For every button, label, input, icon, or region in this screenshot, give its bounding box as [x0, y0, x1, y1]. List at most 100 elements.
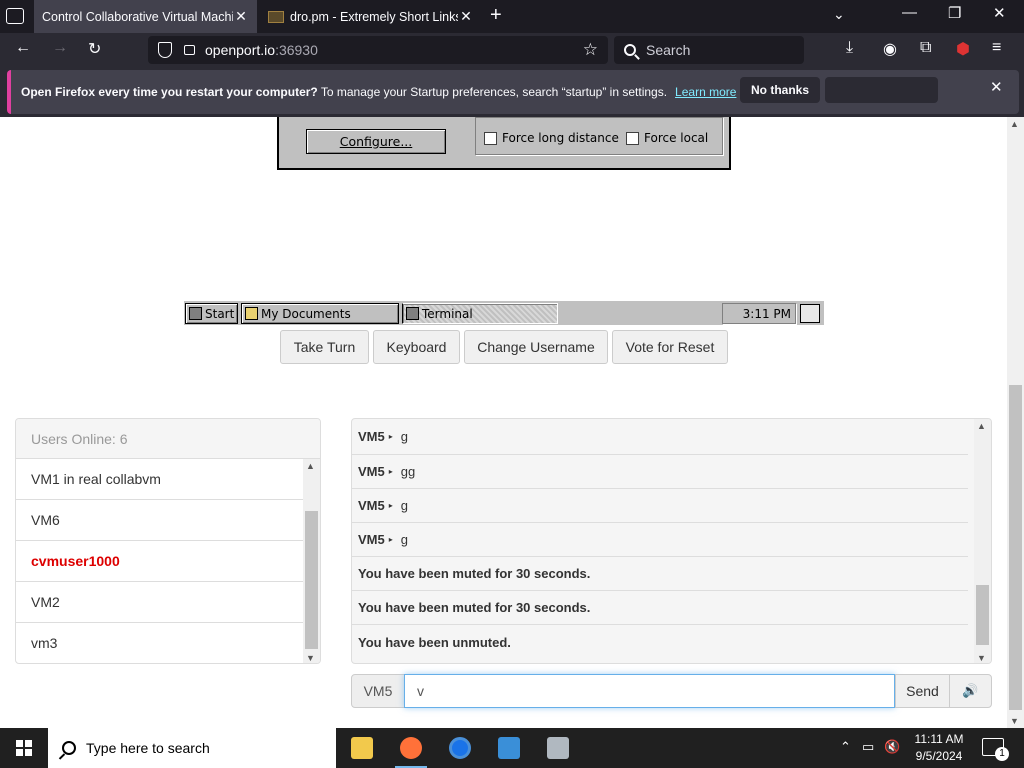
user-list-item[interactable]: vm3 — [16, 623, 304, 663]
extensions-icon[interactable]: ⧉ — [920, 39, 931, 57]
url-bar[interactable]: openport.io:36930 ☆ — [148, 36, 608, 64]
folder-icon — [245, 307, 258, 320]
chat-message: VM5 ▸ g — [352, 419, 968, 455]
network-icon[interactable]: ▭ — [862, 739, 874, 755]
shield-icon[interactable] — [158, 42, 172, 58]
app-window-icon[interactable] — [485, 728, 533, 768]
chat-message: VM5 ▸ g — [352, 523, 968, 557]
vm-taskbar[interactable]: Start My Documents Terminal 3:11 PM — [184, 300, 824, 325]
scroll-down-icon[interactable]: ▼ — [1010, 716, 1019, 726]
file-explorer-icon[interactable] — [338, 728, 386, 768]
chat-system-message: You have been unmuted. — [358, 634, 511, 650]
notification-center-icon[interactable]: 1 — [982, 738, 1009, 761]
reload-icon[interactable]: ↻ — [88, 39, 101, 59]
page-scrollbar[interactable]: ▲ ▼ — [1007, 117, 1024, 728]
user-list-item-self[interactable]: cvmuser1000 — [16, 541, 304, 582]
keyboard-button[interactable]: Keyboard — [373, 330, 460, 364]
chat-scrollbar[interactable]: ▲ ▼ — [974, 419, 991, 663]
windows-clock[interactable]: 11:11 AM 9/5/2024 — [900, 731, 978, 765]
force-local-checkbox[interactable]: Force local — [626, 131, 708, 145]
vm-my-documents-button[interactable]: My Documents — [241, 303, 399, 324]
configure-button[interactable]: Configure... — [306, 129, 446, 154]
users-online-header: Users Online: 6 — [16, 419, 320, 459]
scroll-down-icon[interactable]: ▼ — [977, 653, 986, 663]
account-icon[interactable]: ◉ — [883, 39, 897, 59]
scroll-up-icon[interactable]: ▲ — [306, 461, 315, 471]
notification-action-button[interactable] — [825, 77, 938, 103]
windows-logo-icon — [189, 307, 202, 320]
change-username-button[interactable]: Change Username — [464, 330, 608, 364]
search-placeholder: Search — [646, 42, 691, 58]
close-icon[interactable]: ✕ — [990, 78, 1003, 96]
windows-search-box[interactable]: Type here to search — [48, 728, 336, 768]
scroll-up-icon[interactable]: ▲ — [977, 421, 986, 431]
notification-bar: Open Firefox every time you restart your… — [0, 67, 1024, 117]
chat-username-label: VM5 — [351, 674, 405, 708]
tab-close-icon[interactable]: ✕ — [458, 8, 474, 25]
learn-more-link[interactable]: Learn more — [675, 85, 736, 99]
user-list-item[interactable]: VM2 — [16, 582, 304, 623]
chat-system-message: You have been muted for 30 seconds. — [352, 591, 968, 625]
terminal-icon — [406, 307, 419, 320]
tab-title: Control Collaborative Virtual Machines — [42, 9, 233, 24]
force-long-distance-checkbox[interactable]: Force long distance — [484, 131, 619, 145]
volume-icon[interactable]: 🔊 — [949, 674, 992, 708]
send-button[interactable]: Send — [895, 674, 950, 708]
vm-clock: 3:11 PM — [722, 303, 796, 324]
firefox-icon[interactable] — [387, 728, 435, 768]
chat-input-group: VM5 Send 🔊 — [351, 674, 992, 708]
tab-close-icon[interactable]: ✕ — [233, 8, 249, 25]
chat-system-message: You have been muted for 30 seconds. — [352, 557, 968, 591]
chrome-icon[interactable] — [436, 728, 484, 768]
search-icon — [624, 44, 636, 56]
users-scrollbar[interactable]: ▲ ▼ — [303, 459, 320, 663]
user-list-item[interactable]: VM1 in real collabvm — [16, 459, 304, 500]
ublock-icon[interactable]: ⬢ — [956, 39, 970, 59]
lock-icon[interactable] — [184, 45, 195, 55]
tab-collabvm[interactable]: Control Collaborative Virtual Machines ✕ — [34, 0, 257, 33]
vm-dialog[interactable]: Configure... Force long distance Force l… — [277, 117, 731, 170]
url-text[interactable]: openport.io:36930 — [205, 42, 318, 58]
vote-reset-button[interactable]: Vote for Reset — [612, 330, 728, 364]
forward-arrow-icon[interactable]: → — [52, 39, 68, 57]
browser-tab-bar: Control Collaborative Virtual Machines ✕… — [0, 0, 1024, 33]
notepad-icon[interactable] — [800, 304, 820, 323]
users-list[interactable]: VM1 in real collabvm VM6 cvmuser1000 VM2… — [16, 459, 304, 663]
windows-start-button[interactable] — [0, 728, 48, 768]
windows-taskbar: Type here to search ⌃ ▭ 🔇 11:11 AM 9/5/2… — [0, 728, 1024, 768]
tab-title: dro.pm - Extremely Short Links — [290, 9, 458, 24]
take-turn-button[interactable]: Take Turn — [280, 330, 369, 364]
no-thanks-button[interactable]: No thanks — [740, 77, 821, 103]
bookmark-star-icon[interactable]: ☆ — [583, 40, 598, 60]
speaker-muted-icon[interactable]: 🔇 — [884, 739, 900, 755]
chevron-up-icon[interactable]: ⌃ — [840, 739, 851, 755]
chat-input[interactable] — [404, 674, 895, 708]
notepad-app-icon[interactable] — [534, 728, 582, 768]
user-list-item[interactable]: VM6 — [16, 500, 304, 541]
chat-message: VM5 ▸ g — [352, 489, 968, 523]
vm-start-button[interactable]: Start — [185, 303, 238, 324]
search-icon — [62, 741, 76, 755]
chevron-down-icon[interactable]: ⌄ — [833, 6, 845, 23]
scroll-down-icon[interactable]: ▼ — [306, 653, 315, 663]
chat-message: VM5 ▸ gg — [352, 455, 968, 489]
list-all-tabs-icon[interactable] — [6, 8, 24, 24]
notification-message: Open Firefox every time you restart your… — [21, 85, 668, 99]
new-tab-button[interactable]: + — [490, 4, 502, 27]
search-bar[interactable]: Search — [614, 36, 804, 64]
connection-options: Force long distance Force local — [475, 117, 723, 155]
windows-search-placeholder: Type here to search — [86, 740, 210, 756]
download-icon[interactable]: ⤓ — [846, 39, 853, 57]
users-panel: Users Online: 6 VM1 in real collabvm VM6… — [15, 418, 321, 664]
vm-terminal-button[interactable]: Terminal — [402, 303, 558, 324]
browser-nav-bar: ← → ↻ openport.io:36930 ☆ Search ⤓ ◉ ⧉ ⬢… — [0, 33, 1024, 67]
tab-dro-pm[interactable]: dro.pm - Extremely Short Links ✕ — [260, 0, 482, 33]
folder-icon — [268, 10, 284, 23]
minimize-button[interactable]: — — [902, 4, 917, 21]
scroll-up-icon[interactable]: ▲ — [1010, 119, 1019, 129]
close-window-button[interactable]: ✕ — [993, 4, 1006, 22]
chat-panel: VM5 ▸ g VM5 ▸ gg VM5 ▸ g VM5 ▸ g You have been m… — [351, 418, 992, 664]
menu-icon[interactable]: ≡ — [992, 39, 1001, 57]
restore-button[interactable]: ❐ — [948, 4, 961, 22]
back-arrow-icon[interactable]: ← — [15, 39, 31, 57]
